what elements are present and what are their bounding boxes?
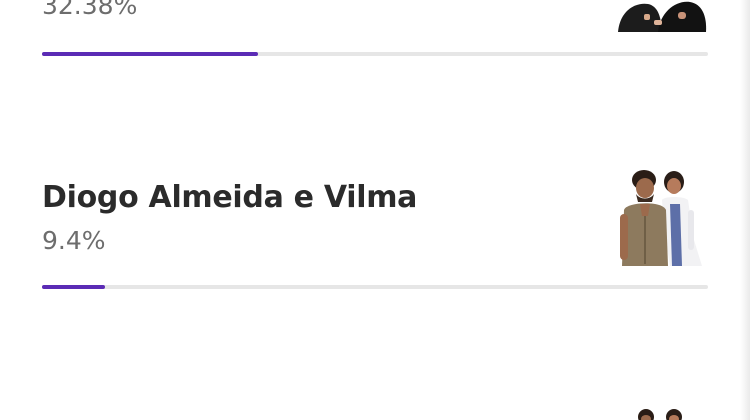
poll-result-item: Diogo Almeida e Vilma 9.4% <box>0 160 750 295</box>
progress-track <box>42 52 708 56</box>
couple-photo-1 <box>614 0 708 32</box>
couple-photo-2 <box>618 170 708 266</box>
candidate-name: Diogo Almeida e Vilma <box>42 180 418 215</box>
poll-result-item: 32.38% <box>0 0 750 60</box>
progress-fill <box>42 285 105 289</box>
scroll-edge-shadow <box>740 0 750 420</box>
progress-track <box>42 285 708 289</box>
percent-label: 9.4% <box>42 226 106 255</box>
couple-photo-3 <box>632 408 692 420</box>
poll-results-page: 32.38% Diogo Almeida e Vilma 9.4% <box>0 0 750 420</box>
percent-label: 32.38% <box>42 0 138 20</box>
poll-result-item <box>0 400 750 420</box>
progress-fill <box>42 52 258 56</box>
